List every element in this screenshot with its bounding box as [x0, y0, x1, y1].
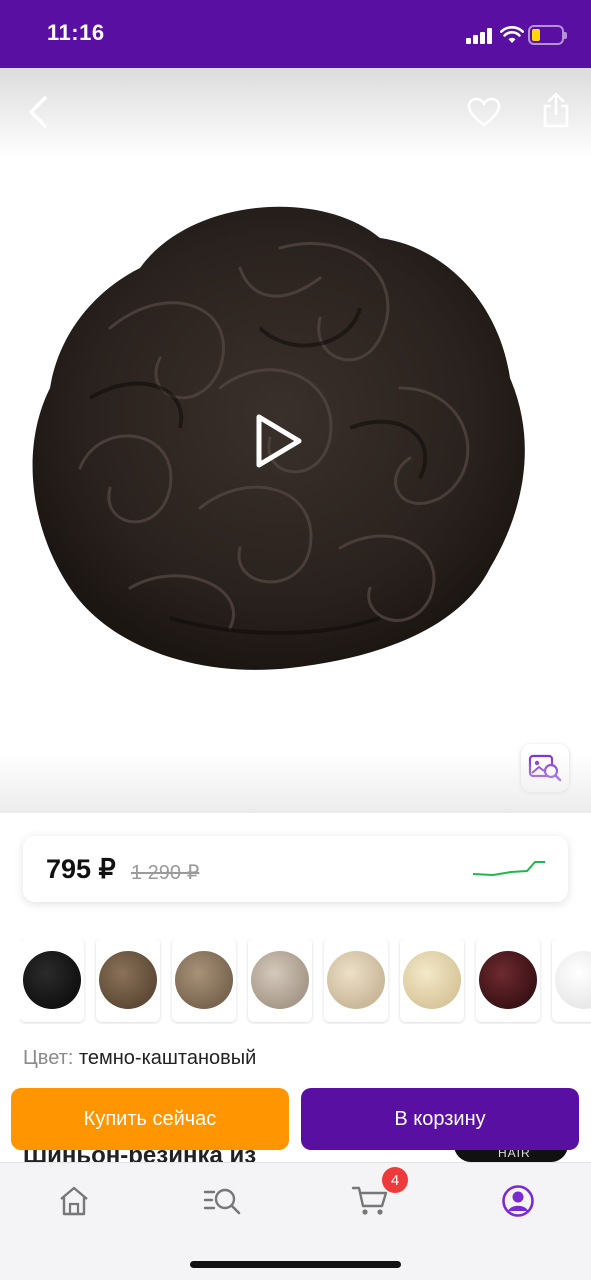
wifi-icon — [500, 26, 524, 43]
price-card[interactable]: 795 ₽ 1 290 ₽ — [23, 836, 568, 902]
buy-now-button[interactable]: Купить сейчас — [11, 1088, 289, 1150]
cart-icon — [351, 1186, 388, 1215]
selected-color: Цвет: темно-каштановый — [23, 1047, 256, 1070]
swatch-image — [251, 951, 309, 1009]
home-icon — [60, 1186, 88, 1216]
swatch-image — [479, 951, 537, 1009]
swatch-image — [23, 951, 81, 1009]
swatch-image — [327, 951, 385, 1009]
share-icon — [543, 92, 569, 128]
color-swatch[interactable] — [172, 938, 236, 1022]
tab-home[interactable] — [52, 1181, 96, 1221]
play-icon — [256, 414, 302, 468]
color-swatch[interactable] — [20, 938, 84, 1022]
battery-icon — [528, 25, 567, 45]
color-swatch[interactable] — [96, 938, 160, 1022]
status-time: 11:16 — [47, 20, 105, 45]
color-swatch[interactable] — [476, 938, 540, 1022]
back-button[interactable] — [18, 90, 58, 134]
color-value: темно-каштановый — [78, 1047, 257, 1069]
cellular-signal-icon — [466, 28, 493, 44]
color-swatch[interactable] — [324, 938, 388, 1022]
old-price: 1 290 ₽ — [131, 862, 200, 884]
tab-profile[interactable] — [496, 1181, 540, 1221]
tab-catalog[interactable] — [200, 1181, 244, 1221]
catalog-search-icon — [203, 1188, 241, 1215]
color-swatch[interactable] — [248, 938, 312, 1022]
heart-icon — [467, 97, 501, 127]
home-indicator — [190, 1261, 401, 1268]
play-video-button[interactable] — [242, 406, 312, 476]
swatch-image — [555, 951, 591, 1009]
favorite-button[interactable] — [462, 90, 506, 134]
swatch-image — [403, 951, 461, 1009]
profile-icon — [502, 1185, 534, 1217]
swatch-image — [175, 951, 233, 1009]
product-gallery[interactable] — [0, 68, 591, 813]
color-swatch[interactable] — [552, 938, 591, 1022]
share-button[interactable] — [534, 88, 578, 132]
status-bar: 11:16 — [0, 0, 591, 68]
swatch-image — [99, 951, 157, 1009]
cart-count-badge: 4 — [382, 1167, 408, 1193]
current-price: 795 ₽ — [46, 854, 116, 884]
color-label: Цвет: — [23, 1047, 74, 1069]
price-history-sparkline[interactable] — [471, 854, 547, 880]
add-to-cart-button[interactable]: В корзину — [301, 1088, 579, 1150]
color-swatch-list — [20, 938, 591, 1024]
chevron-left-icon — [29, 96, 47, 128]
color-swatch[interactable] — [400, 938, 464, 1022]
